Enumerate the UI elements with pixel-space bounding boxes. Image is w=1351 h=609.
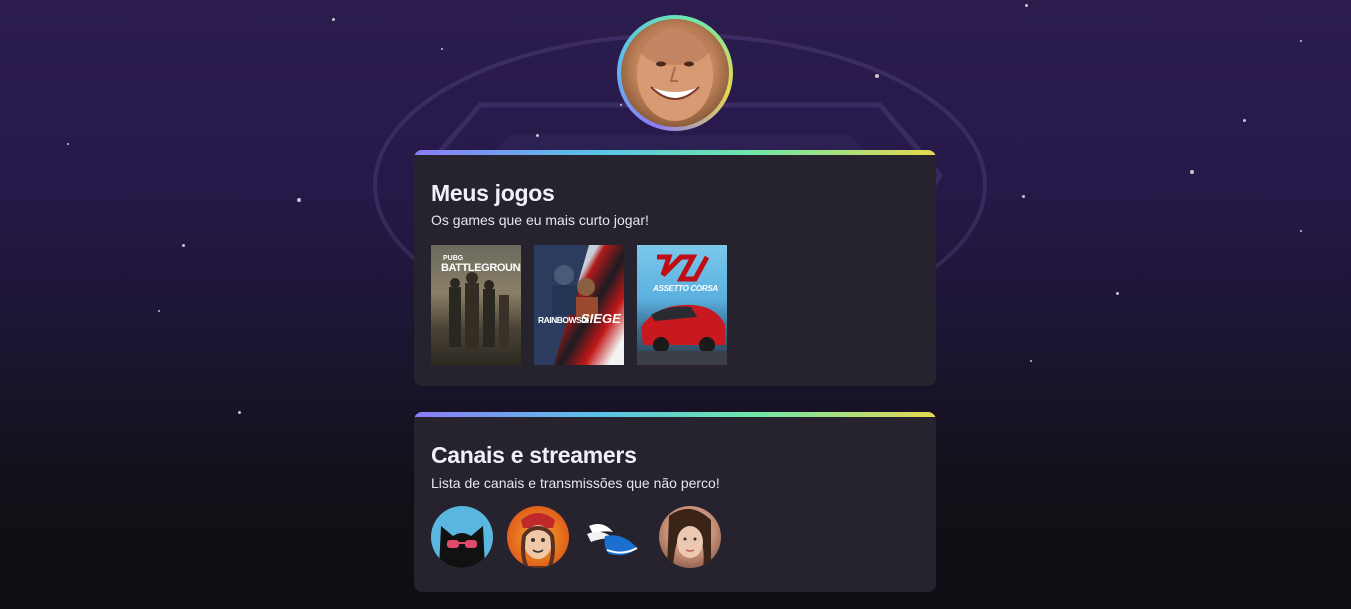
winged-shoe-avatar-icon — [583, 506, 645, 568]
streamers-list — [431, 506, 721, 568]
cat-sunglasses-avatar-icon — [431, 506, 493, 568]
game-assetto-corsa[interactable]: ASSETTO CORSA — [637, 245, 727, 365]
game-assetto-label: ASSETTO CORSA — [653, 284, 718, 293]
game-pubg[interactable]: PUBG BATTLEGROUNDS — [431, 245, 521, 365]
games-list: PUBG BATTLEGROUNDS RAINBOWSIX SIEGE — [431, 245, 727, 365]
rainbow-six-siege-cover-icon — [534, 245, 624, 365]
streamer-1[interactable] — [431, 506, 493, 568]
streamers-title: Canais e streamers — [431, 442, 637, 468]
game-siege-label: SIEGE — [581, 311, 621, 326]
streamer-2[interactable] — [507, 506, 569, 568]
streamers-subtitle: Lista de canais e transmissões que não p… — [431, 475, 720, 491]
game-rainbow-six-siege[interactable]: RAINBOWSIX SIEGE — [534, 245, 624, 365]
assetto-corsa-cover-icon — [637, 245, 727, 365]
game-pubg-label: BATTLEGROUNDS — [441, 262, 521, 274]
streamers-card: Canais e streamers Lista de canais e tra… — [414, 412, 936, 592]
woman-photo-avatar-icon — [659, 506, 721, 568]
profile-avatar[interactable] — [617, 15, 733, 131]
games-card: Meus jogos Os games que eu mais curto jo… — [414, 150, 936, 386]
profile-avatar-photo-icon — [621, 19, 729, 127]
games-subtitle: Os games que eu mais curto jogar! — [431, 212, 649, 228]
cartoon-face-avatar-icon — [507, 506, 569, 568]
game-pubg-top-text: PUBG — [443, 255, 464, 262]
streamer-3[interactable] — [583, 506, 645, 568]
games-title: Meus jogos — [431, 180, 555, 206]
streamer-4[interactable] — [659, 506, 721, 568]
